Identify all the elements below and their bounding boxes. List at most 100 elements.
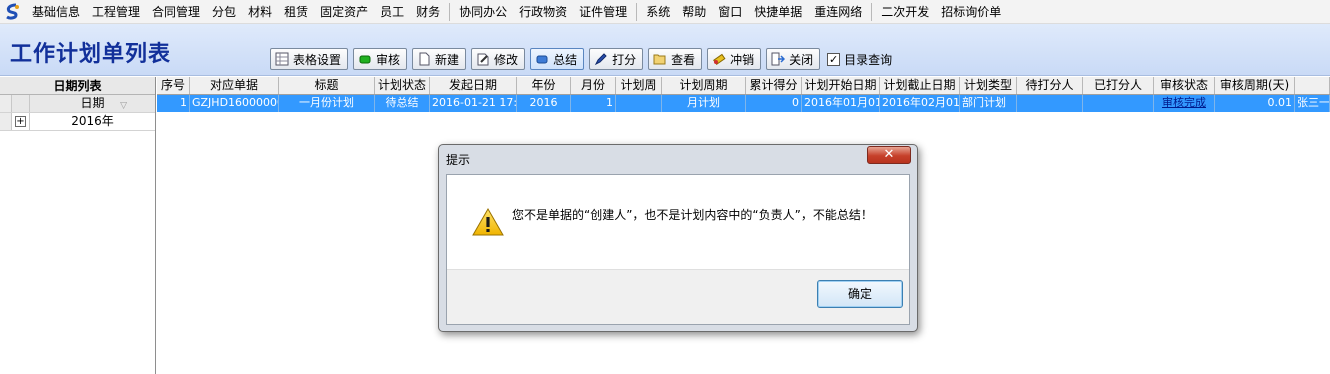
menu-separator	[636, 2, 638, 21]
cell-start-date: 2016-01-21 17:	[430, 95, 517, 112]
audit-status-link[interactable]: 审核完成	[1154, 95, 1215, 112]
col-header-plan-start[interactable]: 计划开始日期	[802, 77, 880, 94]
menu-fixed-assets[interactable]: 固定资产	[314, 1, 374, 23]
close-button[interactable]: 关闭	[766, 48, 821, 70]
view-label: 查看	[671, 52, 696, 67]
col-header-start-date[interactable]: 发起日期	[430, 77, 517, 94]
toolbar: 表格设置 审核 新建 修改 总结 打分 查看 冲销 关闭 ✓ 目录查询	[270, 48, 892, 70]
col-header-pending-scorer[interactable]: 待打分人	[1017, 77, 1083, 94]
table-settings-button[interactable]: 表格设置	[270, 48, 349, 70]
menu-quick-docs[interactable]: 快捷单据	[748, 1, 808, 23]
menu-admin-supplies[interactable]: 行政物资	[513, 1, 573, 23]
folder-open-icon	[653, 52, 667, 66]
menu-lease[interactable]: 租赁	[278, 1, 314, 23]
directory-query-toggle[interactable]: ✓ 目录查询	[827, 51, 892, 68]
dialog-message-area: 您不是单据的“创建人”，也不是计划内容中的“负责人”，不能总结！	[447, 175, 909, 269]
dialog-message: 您不是单据的“创建人”，也不是计划内容中的“负责人”，不能总结！	[512, 208, 873, 222]
cell-month: 1	[571, 95, 616, 112]
tree-row[interactable]: + 2016年	[0, 113, 155, 131]
menu-collab-office[interactable]: 协同办公	[453, 1, 513, 23]
grid-settings-icon	[275, 52, 289, 66]
cell-pending-scorer	[1017, 95, 1083, 112]
col-header-title[interactable]: 标题	[279, 77, 375, 94]
audit-label: 审核	[376, 52, 401, 67]
col-header-plan-end[interactable]: 计划截止日期	[880, 77, 960, 94]
menu-contract-mgmt[interactable]: 合同管理	[146, 1, 206, 23]
col-header-doc-no[interactable]: 对应单据	[190, 77, 279, 94]
menu-separator	[871, 2, 873, 21]
menu-secondary-dev[interactable]: 二次开发	[875, 1, 935, 23]
date-column-header[interactable]: 日期 ▽	[30, 95, 155, 112]
menu-certificate-mgmt[interactable]: 证件管理	[573, 1, 633, 23]
menu-project-mgmt[interactable]: 工程管理	[86, 1, 146, 23]
cell-seq: 1	[157, 95, 190, 112]
menu-material[interactable]: 材料	[242, 1, 278, 23]
menu-employee[interactable]: 员工	[374, 1, 410, 23]
cell-plan-status: 待总结	[375, 95, 430, 112]
col-header-plan-cycle[interactable]: 计划周期	[662, 77, 746, 94]
col-header-plan-type[interactable]: 计划类型	[960, 77, 1017, 94]
prompt-dialog: 提示 ✕ 您不是单据的“创建人”，也不是计划内容中的“负责人”，不能总结！ 确定	[438, 144, 918, 332]
cell-title: 一月份计划	[279, 95, 375, 112]
reverse-label: 冲销	[730, 52, 755, 67]
table-row[interactable]: 1 GZJHD160000001 一月份计划 待总结 2016-01-21 17…	[157, 95, 1330, 112]
dialog-close-button[interactable]: ✕	[867, 146, 911, 164]
directory-query-checkbox[interactable]: ✓	[827, 52, 841, 66]
menu-basic-info[interactable]: 基础信息	[26, 1, 86, 23]
menubar: 基础信息 工程管理 合同管理 分包 材料 租赁 固定资产 员工 财务 协同办公 …	[0, 0, 1330, 24]
filter-funnel-icon[interactable]: ▽	[120, 98, 127, 115]
col-header-plan-week[interactable]: 计划周	[616, 77, 662, 94]
new-document-icon	[417, 52, 431, 66]
reverse-button[interactable]: 冲销	[707, 48, 762, 70]
col-header-audit-cycle[interactable]: 审核周期(天)	[1215, 77, 1295, 94]
page-title: 工作计划单列表	[10, 42, 172, 67]
expand-icon[interactable]: +	[15, 116, 26, 127]
col-header-total-score[interactable]: 累计得分	[746, 77, 802, 94]
exit-door-icon	[771, 52, 786, 66]
cell-doc-no: GZJHD160000001	[190, 95, 279, 112]
cell-plan-end: 2016年02月01[	[880, 95, 960, 112]
new-label: 新建	[435, 52, 460, 67]
menu-bid-inquiry[interactable]: 招标询价单	[935, 1, 1007, 23]
menu-separator	[449, 2, 451, 21]
close-label: 关闭	[789, 52, 814, 67]
blue-dot-icon	[535, 52, 549, 66]
new-button[interactable]: 新建	[412, 48, 467, 70]
edit-button[interactable]: 修改	[471, 48, 526, 70]
menu-reconnect[interactable]: 重连网络	[808, 1, 868, 23]
col-header-seq[interactable]: 序号	[157, 77, 190, 94]
menu-system[interactable]: 系统	[640, 1, 676, 23]
col-header-year[interactable]: 年份	[517, 77, 571, 94]
col-header-extra[interactable]	[1295, 77, 1330, 94]
cell-total-score: 0	[746, 95, 802, 112]
menu-finance[interactable]: 财务	[410, 1, 446, 23]
dialog-title: 提示	[446, 153, 471, 167]
date-list-title: 日期列表	[0, 77, 155, 95]
view-button[interactable]: 查看	[648, 48, 703, 70]
audit-button[interactable]: 审核	[353, 48, 408, 70]
menu-subcontract[interactable]: 分包	[206, 1, 242, 23]
col-header-plan-status[interactable]: 计划状态	[375, 77, 430, 94]
ok-button[interactable]: 确定	[817, 280, 903, 308]
dialog-footer: 确定	[447, 269, 909, 324]
cell-audit-cycle: 0.01	[1215, 95, 1295, 112]
dialog-titlebar[interactable]: 提示 ✕	[439, 145, 917, 173]
menu-help[interactable]: 帮助	[676, 1, 712, 23]
col-header-month[interactable]: 月份	[571, 77, 616, 94]
cell-extra: 张三一	[1295, 95, 1330, 112]
warning-icon	[472, 207, 504, 236]
col-header-audit-status[interactable]: 审核状态	[1154, 77, 1215, 94]
col-header-scored-by[interactable]: 已打分人	[1083, 77, 1154, 94]
tree-node-label[interactable]: 2016年	[30, 113, 155, 130]
menu-window[interactable]: 窗口	[712, 1, 748, 23]
score-button[interactable]: 打分	[589, 48, 644, 70]
cell-scored-by	[1083, 95, 1154, 112]
eraser-icon	[712, 52, 726, 66]
summarize-label: 总结	[553, 52, 578, 67]
cell-plan-start: 2016年01月01[	[802, 95, 880, 112]
summarize-button[interactable]: 总结	[530, 48, 585, 70]
dialog-body: 您不是单据的“创建人”，也不是计划内容中的“负责人”，不能总结！ 确定	[446, 174, 910, 325]
table-settings-label: 表格设置	[293, 52, 342, 67]
pen-icon	[594, 52, 608, 66]
directory-query-label: 目录查询	[844, 52, 893, 67]
